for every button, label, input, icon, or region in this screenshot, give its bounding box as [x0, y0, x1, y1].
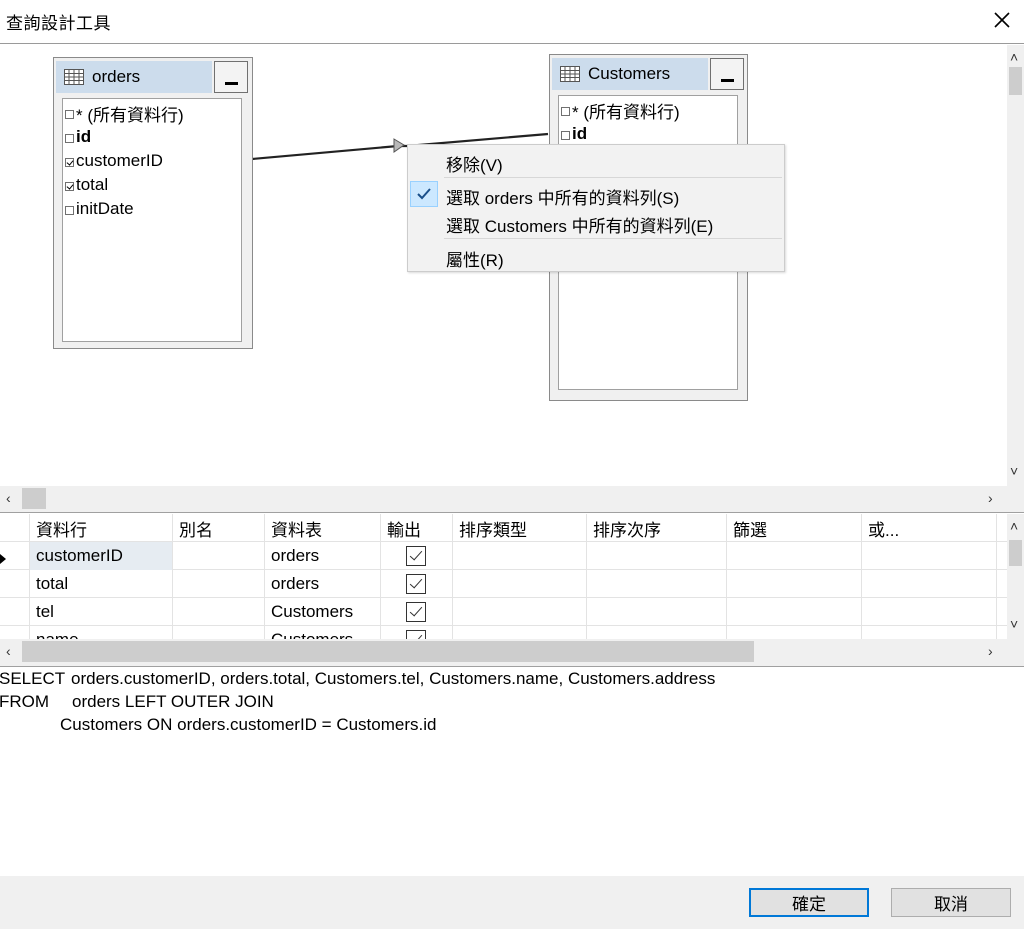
scroll-right-icon[interactable]: ›: [988, 643, 993, 659]
grid-cell-table[interactable]: Customers: [265, 626, 380, 639]
grid-cell-column[interactable]: total: [30, 570, 172, 598]
grid-cell-table[interactable]: orders: [265, 542, 380, 570]
grid-cell-alias[interactable]: [173, 542, 264, 570]
sql-from-clause: orders LEFT OUTER JOIN: [72, 692, 274, 711]
diagram-horizontal-scrollbar[interactable]: ‹ ›: [0, 486, 1024, 513]
grid-horizontal-scrollbar[interactable]: ‹ ›: [0, 639, 1024, 666]
scroll-left-icon[interactable]: ‹: [6, 643, 11, 659]
scroll-down-icon[interactable]: ˅: [1010, 463, 1018, 479]
window-title: 查詢設計工具: [6, 14, 111, 33]
grid-cell-table[interactable]: Customers: [265, 598, 380, 626]
cancel-button[interactable]: 取消: [891, 888, 1011, 917]
dialog-footer: 確定 取消: [0, 876, 1024, 929]
scroll-up-icon[interactable]: ˄: [1010, 49, 1018, 65]
table-name: orders: [92, 67, 141, 86]
table-header[interactable]: Customers: [552, 58, 708, 90]
menu-item-properties[interactable]: 屬性(R): [408, 242, 784, 270]
grid-cell-column[interactable]: tel: [30, 598, 172, 626]
menu-item-remove[interactable]: 移除(V): [408, 147, 784, 175]
criteria-grid: 資料行 別名 資料表 輸出 排序類型 排序次序 篩選 或... customer…: [0, 514, 1007, 639]
table-header[interactable]: orders: [56, 61, 212, 93]
grid-header-or[interactable]: 或...: [862, 514, 996, 542]
output-checkbox[interactable]: [406, 546, 426, 566]
column-item[interactable]: initDate: [65, 197, 134, 221]
close-icon[interactable]: [988, 6, 1016, 34]
sql-keyword-from: FROM: [0, 692, 50, 711]
ok-button[interactable]: 確定: [749, 888, 869, 917]
sql-keyword-select: SELECT: [0, 669, 66, 688]
column-item[interactable]: id: [561, 122, 587, 146]
menu-separator: [444, 177, 782, 178]
check-icon: [410, 181, 438, 207]
column-checkbox[interactable]: [65, 205, 74, 215]
scroll-left-icon[interactable]: ‹: [6, 490, 11, 506]
menu-separator: [444, 238, 782, 239]
diagram-vertical-scrollbar[interactable]: ˄ ˅: [1007, 45, 1024, 486]
context-menu: 移除(V) 選取 orders 中所有的資料列(S) 選取 Customers …: [407, 144, 785, 272]
output-checkbox[interactable]: [406, 630, 426, 639]
table-orders[interactable]: orders * (所有資料行) id customerID total ini…: [53, 57, 253, 349]
table-name: Customers: [588, 64, 671, 83]
menu-item-select-all-customers[interactable]: 選取 Customers 中所有的資料列(E): [408, 208, 784, 236]
output-checkbox[interactable]: [406, 602, 426, 622]
column-checkbox[interactable]: [65, 133, 74, 143]
column-checkbox[interactable]: [561, 106, 570, 116]
grid-cell-alias[interactable]: [173, 626, 264, 639]
grid-header-sort-type[interactable]: 排序類型: [453, 514, 586, 542]
column-item[interactable]: * (所有資料行): [561, 98, 680, 122]
grid-line: [996, 514, 997, 639]
column-checkbox[interactable]: [65, 109, 74, 119]
grid-cell-alias[interactable]: [173, 570, 264, 598]
column-item[interactable]: customerID: [65, 149, 163, 173]
grid-header-column[interactable]: 資料行: [30, 514, 172, 542]
scroll-thumb[interactable]: [1009, 540, 1022, 566]
grid-cell-column[interactable]: customerID: [30, 542, 172, 570]
grid-header-sort-order[interactable]: 排序次序: [587, 514, 726, 542]
grid-cell-table[interactable]: orders: [265, 570, 380, 598]
grid-cell-alias[interactable]: [173, 598, 264, 626]
minimize-button[interactable]: [710, 58, 744, 90]
scroll-up-icon[interactable]: ˄: [1010, 518, 1018, 534]
title-bar: 查詢設計工具: [0, 0, 1024, 44]
column-checkbox[interactable]: [561, 130, 570, 140]
scroll-right-icon[interactable]: ›: [988, 490, 993, 506]
menu-item-select-all-orders[interactable]: 選取 orders 中所有的資料列(S): [408, 180, 784, 208]
scroll-down-icon[interactable]: ˅: [1010, 616, 1018, 632]
column-item[interactable]: id: [65, 125, 91, 149]
scroll-thumb[interactable]: [1009, 67, 1022, 95]
sql-select-list: orders.customerID, orders.total, Custome…: [71, 669, 716, 688]
grid-vertical-scrollbar[interactable]: ˄ ˅: [1007, 514, 1024, 639]
column-item[interactable]: * (所有資料行): [65, 101, 184, 125]
table-icon: [560, 66, 580, 87]
column-item[interactable]: total: [65, 173, 108, 197]
sql-pane[interactable]: SELECT orders.customerID, orders.total, …: [0, 666, 1024, 876]
column-checkbox[interactable]: [65, 157, 74, 167]
column-list: * (所有資料行) id customerID total initDate: [62, 98, 242, 342]
row-selector-icon: [0, 551, 8, 569]
grid-header-output[interactable]: 輸出: [381, 514, 452, 542]
scroll-thumb[interactable]: [22, 488, 46, 509]
grid-header-table[interactable]: 資料表: [265, 514, 380, 542]
table-icon: [64, 69, 84, 90]
minimize-button[interactable]: [214, 61, 248, 93]
grid-header-alias[interactable]: 別名: [173, 514, 264, 542]
column-checkbox[interactable]: [65, 181, 74, 191]
sql-join-clause: Customers ON orders.customerID = Custome…: [60, 715, 437, 734]
grid-cell-column[interactable]: name: [30, 626, 172, 639]
grid-header-filter[interactable]: 篩選: [727, 514, 861, 542]
output-checkbox[interactable]: [406, 574, 426, 594]
scroll-thumb[interactable]: [22, 641, 754, 662]
